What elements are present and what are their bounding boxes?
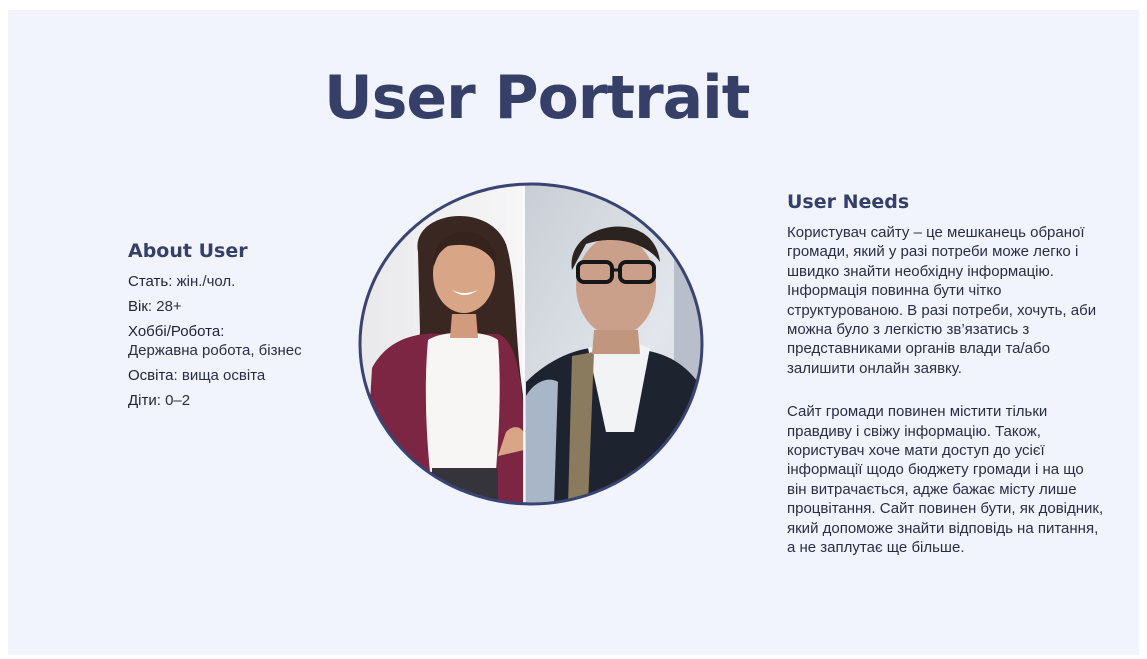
fact-gender-label: Стать	[128, 273, 169, 290]
about-user-heading: About User	[128, 240, 248, 262]
user-needs-paragraph-2: Сайт громади повинен містити тільки прав…	[787, 403, 1104, 557]
woman-photo	[360, 184, 526, 504]
fact-children: Діти: 0–2	[128, 392, 191, 409]
fact-age-label: Вік	[128, 298, 148, 315]
fact-gender: Стать: жін./чол.	[128, 273, 236, 290]
user-portrait-image	[358, 182, 704, 506]
fact-hobby-work: Хоббі/Робота: Державна робота, бізнес	[128, 323, 302, 359]
user-needs-heading: User Needs	[787, 191, 910, 213]
page-title: User Portrait	[324, 63, 750, 133]
about-user-section: About User Стать: жін./чол. Вік: 28+ Хоб…	[128, 238, 328, 416]
fact-education-value: вища освіта	[181, 367, 266, 384]
man-photo	[524, 184, 702, 504]
fact-hobby-work-label: Хоббі/Робота	[128, 323, 221, 340]
fact-age: Вік: 28+	[128, 298, 182, 315]
fact-children-label: Діти	[128, 392, 157, 409]
slide-canvas: User Portrait About User Стать: жін./чол…	[8, 10, 1139, 655]
fact-gender-value: жін./чол.	[176, 273, 236, 290]
user-needs-paragraph-1: Користувач сайту – це мешканець обраної …	[787, 224, 1097, 377]
fact-education-label: Освіта	[128, 367, 174, 384]
user-needs-section: User Needs Користувач сайту – це мешкане…	[787, 189, 1107, 558]
fact-age-value: 28+	[156, 298, 182, 315]
fact-hobby-work-value: Державна робота, бізнес	[128, 342, 302, 359]
fact-children-value: 0–2	[165, 392, 191, 409]
fact-education: Освіта: вища освіта	[128, 367, 266, 384]
